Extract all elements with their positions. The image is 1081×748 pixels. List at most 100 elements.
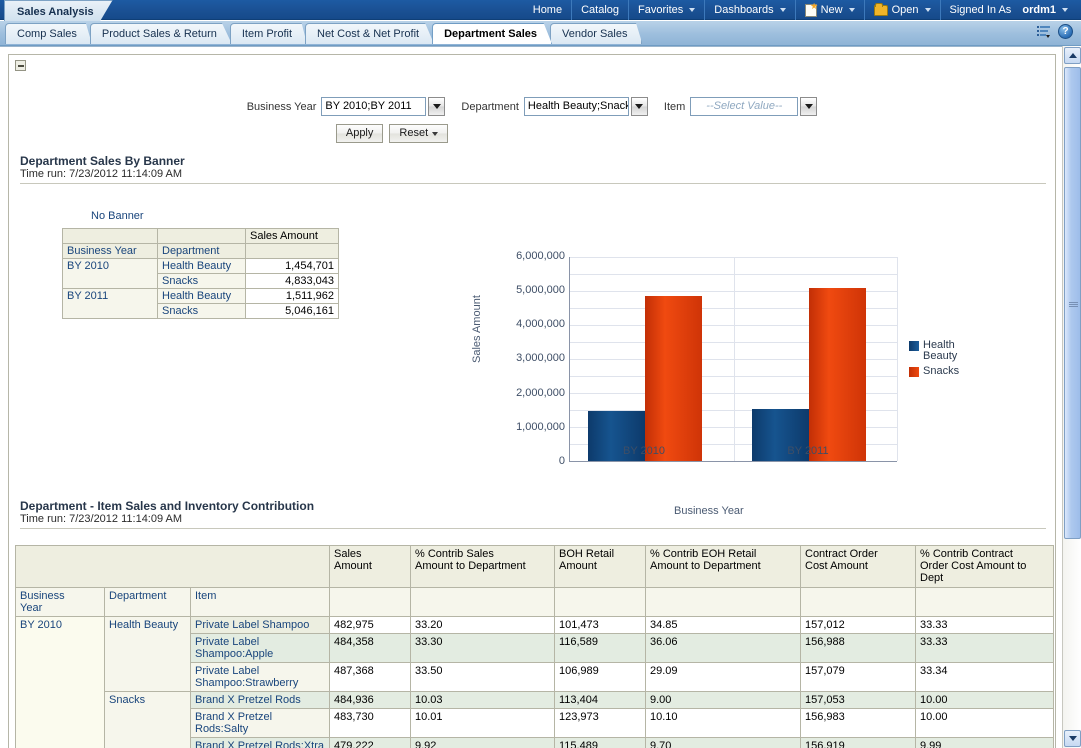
grid-item-cell[interactable]: Brand X Pretzel Rods:Salty (191, 709, 330, 738)
page-tab-label: Sales Analysis (17, 6, 94, 18)
pivot-year-cell[interactable]: BY 2010 (63, 259, 158, 289)
tab-vendor-sales[interactable]: Vendor Sales (550, 23, 642, 44)
grid-value-cell: 482,975 (330, 617, 411, 634)
item-control[interactable]: --Select Value-- (690, 97, 817, 116)
section1-title: Department Sales By Banner (20, 154, 1046, 168)
grid-blank-cell (330, 588, 411, 617)
grid-value-cell: 9.92 (411, 738, 555, 748)
grid-dept-cell[interactable]: Health Beauty (105, 617, 191, 692)
grid-value-cell: 10.01 (411, 709, 555, 738)
pivot-year-cell[interactable]: BY 2011 (63, 289, 158, 319)
grid-blank-cell (646, 588, 801, 617)
tab-product-sales-return[interactable]: Product Sales & Return (90, 23, 232, 44)
grid-header-contrib-sales[interactable]: % Contrib Sales Amount to Department (411, 546, 555, 588)
help-icon[interactable]: ? (1058, 24, 1073, 39)
department-sales-pivot-table: Sales Amount Business Year Department BY… (62, 228, 339, 319)
department-dropdown-button[interactable] (631, 97, 648, 116)
department-input[interactable]: Health Beauty;Snacks (524, 97, 629, 116)
grid-value-cell: 156,988 (801, 634, 916, 663)
pivot-dept-cell[interactable]: Snacks (158, 274, 246, 289)
tab-department-sales[interactable]: Department Sales (432, 23, 552, 44)
vertical-scrollbar[interactable] (1062, 46, 1081, 748)
bar-snacks-by2011[interactable] (809, 288, 866, 461)
pivot-value-cell: 1,511,962 (246, 289, 339, 304)
business-year-input[interactable]: BY 2010;BY 2011 (321, 97, 426, 116)
grid-header-contract-order[interactable]: Contract Order Cost Amount (801, 546, 916, 588)
scroll-up-button[interactable] (1064, 47, 1081, 64)
grid-value-cell: 157,079 (801, 663, 916, 692)
grid-item-cell[interactable]: Brand X Pretzel Rods:Xtra Salty (191, 738, 330, 748)
scrollbar-grip-icon (1069, 302, 1078, 307)
scrollbar-thumb[interactable] (1064, 67, 1081, 539)
prompt-buttons: Apply Reset (9, 124, 1055, 143)
grid-value-cell: 115,489 (555, 738, 646, 748)
grid-header-boh-retail[interactable]: BOH Retail Amount (555, 546, 646, 588)
item-input[interactable]: --Select Value-- (690, 97, 798, 116)
grid-value-cell: 10.03 (411, 692, 555, 709)
dashboard-tabs: Comp Sales Product Sales & Return Item P… (5, 23, 640, 44)
prompt-area: Business Year BY 2010;BY 2011 Department… (9, 97, 1055, 143)
grid-item-cell[interactable]: Private Label Shampoo:Strawberry (191, 663, 330, 692)
pivot-row: BY 2011 Health Beauty 1,511,962 (63, 289, 339, 304)
scroll-down-button[interactable] (1064, 730, 1081, 747)
grid-item-cell[interactable]: Private Label Shampoo:Apple (191, 634, 330, 663)
tab-item-profit[interactable]: Item Profit (230, 23, 307, 44)
section2-divider (20, 528, 1046, 529)
y-tick: 2,000,000 (516, 387, 565, 399)
x-tick: BY 2011 (787, 445, 828, 457)
grid-value-cell: 156,983 (801, 709, 916, 738)
legend-swatch-icon (909, 341, 919, 351)
table-row: Snacks Brand X Pretzel Rods 484,936 10.0… (16, 692, 1054, 709)
pivot-dept-cell[interactable]: Health Beauty (158, 289, 246, 304)
section2-time-run: Time run: 7/23/2012 11:14:09 AM (20, 513, 1046, 525)
grid-dept-cell[interactable]: Snacks (105, 692, 191, 748)
help-glyph: ? (1062, 27, 1068, 37)
collapse-section-icon[interactable] (15, 60, 26, 71)
grid-header-item[interactable]: Item (191, 588, 330, 617)
pivot-dim-header-department[interactable]: Department (158, 244, 246, 259)
no-banner-label: No Banner (91, 210, 339, 222)
grid-value-cell: 33.33 (916, 634, 1054, 663)
grid-value-cell: 33.34 (916, 663, 1054, 692)
page-tab-sales-analysis[interactable]: Sales Analysis (4, 0, 113, 22)
department-sales-bar-chart: Sales Amount Business Year 6,000,000 5,0… (469, 235, 1029, 535)
grid-header-sales-amount[interactable]: Sales Amount (330, 546, 411, 588)
page-options-icon[interactable] (1037, 25, 1051, 38)
item-dropdown-button[interactable] (800, 97, 817, 116)
apply-button[interactable]: Apply (336, 124, 384, 143)
grid-item-cell[interactable]: Brand X Pretzel Rods (191, 692, 330, 709)
grid-dim-header-row: Business Year Department Item (16, 588, 1054, 617)
grid-value-cell: 157,053 (801, 692, 916, 709)
chevron-down-icon (433, 104, 441, 109)
y-tick: 0 (559, 455, 565, 467)
bar-snacks-by2010[interactable] (645, 296, 702, 461)
chart-plot-area (569, 257, 897, 462)
legend-item-health-beauty[interactable]: HealthBeauty (909, 340, 959, 362)
pivot-dim-header-business-year[interactable]: Business Year (63, 244, 158, 259)
grid-value-cell: 9.99 (916, 738, 1054, 748)
grid-header-business-year[interactable]: Business Year (16, 588, 105, 617)
item-sales-pivot-table: Sales Amount % Contrib Sales Amount to D… (15, 545, 1053, 748)
grid-header-contrib-eoh[interactable]: % Contrib EOH Retail Amount to Departmen… (646, 546, 801, 588)
pivot-value-cell: 1,454,701 (246, 259, 339, 274)
tab-net-cost-net-profit[interactable]: Net Cost & Net Profit (305, 23, 434, 44)
grid-header-contrib-contract[interactable]: % Contrib Contract Order Cost Amount to … (916, 546, 1054, 588)
legend-item-snacks[interactable]: Snacks (909, 366, 959, 377)
reset-button[interactable]: Reset (389, 124, 448, 143)
pivot-dept-cell[interactable]: Health Beauty (158, 259, 246, 274)
tab-label: Net Cost & Net Profit (317, 28, 419, 40)
grid-blank-cell (801, 588, 916, 617)
tab-comp-sales[interactable]: Comp Sales (5, 23, 92, 44)
grid-header-department[interactable]: Department (105, 588, 191, 617)
department-control[interactable]: Health Beauty;Snacks (524, 97, 648, 116)
business-year-control[interactable]: BY 2010;BY 2011 (321, 97, 445, 116)
business-year-dropdown-button[interactable] (428, 97, 445, 116)
pivot-dept-cell[interactable]: Snacks (158, 304, 246, 319)
chart-y-ticks: 6,000,000 5,000,000 4,000,000 3,000,000 … (469, 235, 565, 485)
grid-value-cell: 484,936 (330, 692, 411, 709)
grid-value-cell: 484,358 (330, 634, 411, 663)
grid-item-cell[interactable]: Private Label Shampoo (191, 617, 330, 634)
grid-year-cell[interactable]: BY 2010 (16, 617, 105, 748)
legend-swatch-icon (909, 367, 919, 377)
tab-label: Item Profit (242, 28, 292, 40)
